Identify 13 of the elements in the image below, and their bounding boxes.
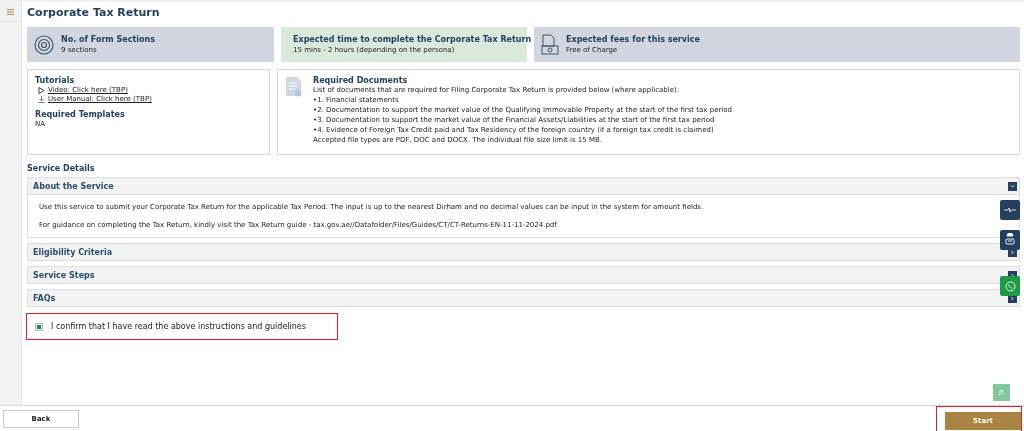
accordion-header[interactable]: Service Steps bbox=[28, 267, 1019, 283]
card-title: Expected time to complete the Corporate Tax Return bbox=[293, 35, 532, 44]
card-title: No. of Form Sections bbox=[61, 35, 155, 44]
templates-heading: Required Templates bbox=[35, 110, 126, 119]
tutorials-heading: Tutorials bbox=[35, 76, 76, 85]
section-heading: Service Details bbox=[27, 164, 96, 173]
accordion-header[interactable]: FAQs bbox=[28, 290, 1019, 306]
accordion-header[interactable]: Eligibility Criteria bbox=[28, 244, 1019, 260]
page-title: Corporate Tax Return bbox=[27, 4, 161, 21]
accordion-header[interactable]: About the Service bbox=[28, 178, 1019, 194]
confirm-label: I confirm that I have read the above instructions and guidelines bbox=[51, 322, 306, 331]
documents-heading: Required Documents bbox=[313, 76, 409, 85]
card-title: Expected fees for this service bbox=[566, 35, 700, 44]
